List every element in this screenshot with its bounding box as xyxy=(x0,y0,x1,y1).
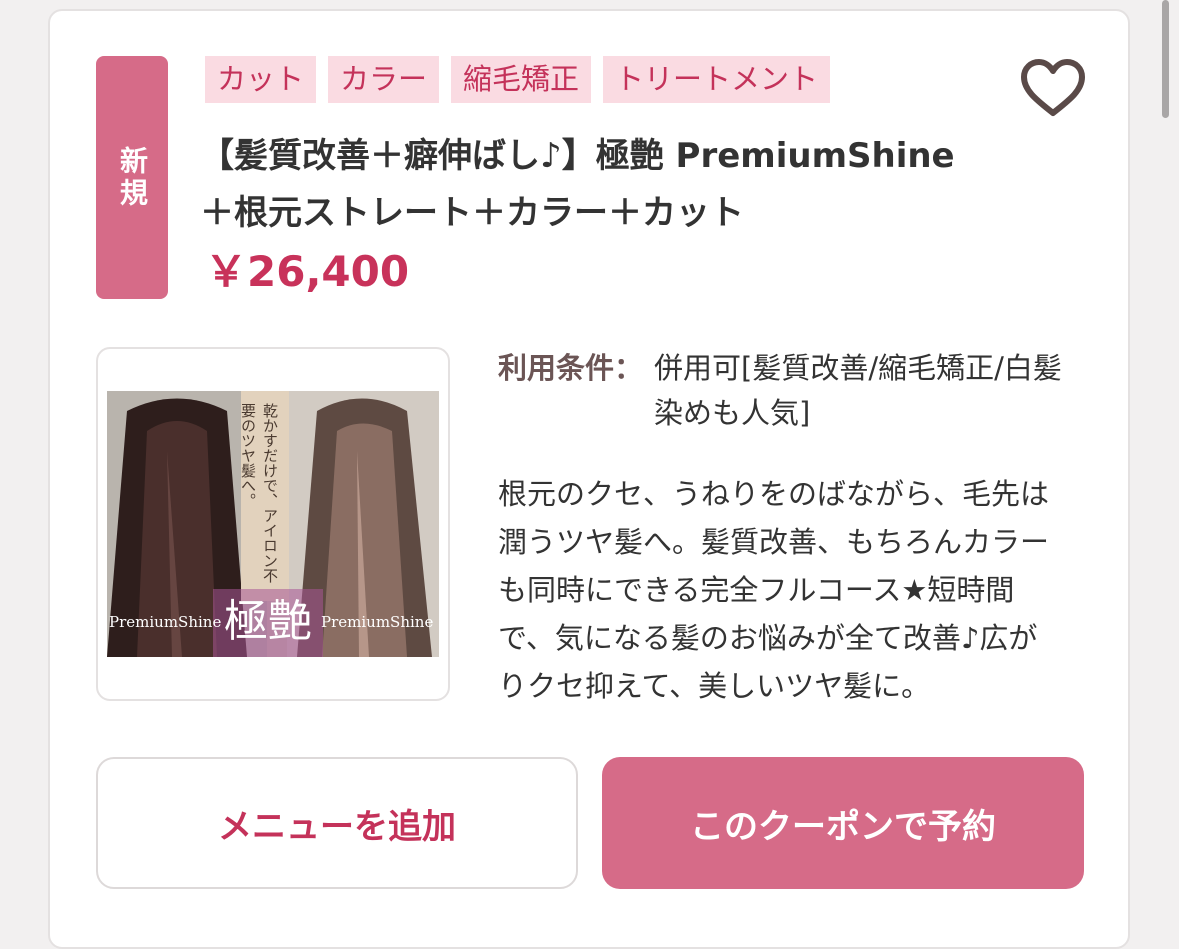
image-logo: 極艶 xyxy=(213,589,323,657)
heart-icon[interactable] xyxy=(1020,58,1086,118)
add-menu-button[interactable]: メニューを追加 xyxy=(96,757,578,889)
coupon-description: 根元のクセ、うねりをのばながら、毛先は潤うツヤ髪へ。髪質改善、もちろんカラーも同… xyxy=(498,477,1050,703)
tag-list: カット カラー 縮毛矯正 トリートメント xyxy=(205,56,831,103)
coupon-image: 乾かすだけで、アイロン不要のツヤ髪へ。 極艶 PremiumShine Prem… xyxy=(107,391,439,657)
new-badge: 新規 xyxy=(96,56,168,299)
image-caption: 乾かすだけで、アイロン不要のツヤ髪へ。 xyxy=(239,391,289,601)
image-brand-right: PremiumShine xyxy=(321,613,434,631)
conditions-label: 利用条件： xyxy=(498,351,644,385)
add-menu-label: メニューを追加 xyxy=(218,806,456,847)
image-brand-left: PremiumShine xyxy=(109,613,222,631)
coupon-title: 【髪質改善＋癖伸ばし♪】極艶 PremiumShine ＋根元ストレート＋カラー… xyxy=(200,136,955,233)
reserve-coupon-button[interactable]: このクーポンで予約 xyxy=(602,757,1084,889)
coupon-price: ￥26,400 xyxy=(205,247,410,296)
scrollbar[interactable] xyxy=(1162,0,1169,118)
conditions-value: 併用可[髪質改善/縮毛矯正/白髪染めも人気] xyxy=(654,351,1062,430)
tag-straightening: 縮毛矯正 xyxy=(451,56,592,103)
tag-color: カラー xyxy=(328,56,440,103)
new-badge-label: 新規 xyxy=(116,145,149,210)
tag-treatment: トリートメント xyxy=(603,56,831,103)
tag-cut: カット xyxy=(205,56,317,103)
reserve-coupon-label: このクーポンで予約 xyxy=(690,806,996,847)
